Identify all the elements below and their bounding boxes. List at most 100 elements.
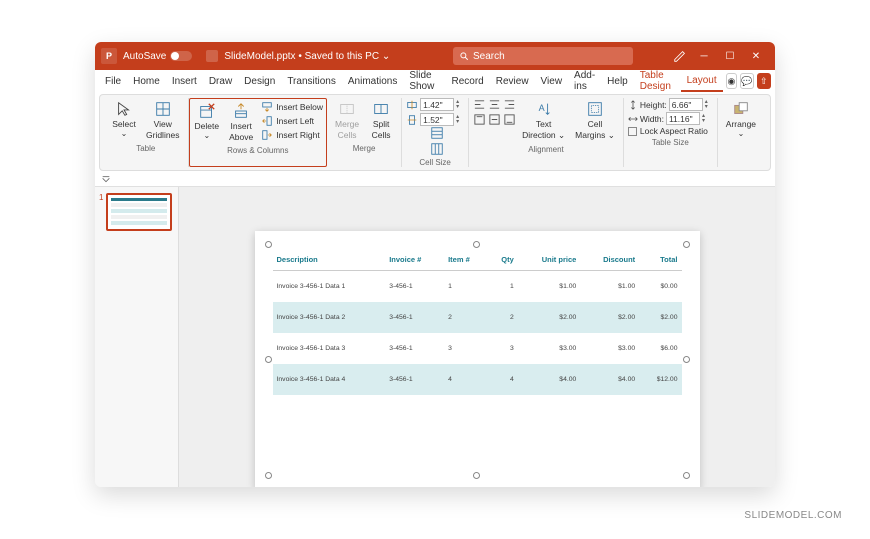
resize-handle[interactable] bbox=[473, 472, 480, 479]
align-middle-icon[interactable] bbox=[488, 113, 501, 126]
resize-handle[interactable] bbox=[265, 356, 272, 363]
table-cell[interactable]: $2.00 bbox=[518, 302, 581, 333]
tab-help[interactable]: Help bbox=[601, 72, 634, 91]
table-cell[interactable]: $6.00 bbox=[639, 333, 681, 364]
resize-handle[interactable] bbox=[683, 472, 690, 479]
view-gridlines-button[interactable]: ViewGridlines bbox=[142, 98, 184, 142]
table-height-input[interactable]: Height: 6.66"▴▾ bbox=[628, 98, 713, 111]
tab-home[interactable]: Home bbox=[127, 72, 166, 91]
select-button[interactable]: Select⌄ bbox=[108, 98, 140, 140]
col-width-input[interactable]: 1.52"▴▾ bbox=[406, 113, 464, 126]
insert-left-button[interactable]: Insert Left bbox=[259, 114, 325, 128]
table-cell[interactable]: 3 bbox=[444, 333, 488, 364]
table-cell[interactable]: 2 bbox=[488, 302, 518, 333]
tab-add-ins[interactable]: Add-ins bbox=[568, 66, 601, 96]
table-cell[interactable]: $3.00 bbox=[518, 333, 581, 364]
close-button[interactable]: ✕ bbox=[743, 42, 769, 70]
table-cell[interactable]: $4.00 bbox=[580, 364, 639, 395]
table-cell[interactable]: 1 bbox=[488, 271, 518, 303]
table-cell[interactable]: 3-456-1 bbox=[385, 302, 444, 333]
table-cell[interactable]: $2.00 bbox=[580, 302, 639, 333]
tab-table-design[interactable]: Table Design bbox=[634, 66, 681, 96]
column-header[interactable]: Qty bbox=[488, 249, 518, 271]
table-cell[interactable]: 4 bbox=[444, 364, 488, 395]
table-row[interactable]: Invoice 3-456-1 Data 23-456-122$2.00$2.0… bbox=[273, 302, 682, 333]
column-header[interactable]: Invoice # bbox=[385, 249, 444, 271]
resize-handle[interactable] bbox=[265, 472, 272, 479]
table-cell[interactable]: 1 bbox=[444, 271, 488, 303]
autosave-toggle[interactable]: AutoSave bbox=[123, 51, 192, 62]
align-bottom-icon[interactable] bbox=[503, 113, 516, 126]
slide-thumbnail[interactable] bbox=[106, 193, 172, 231]
slide-canvas[interactable]: DescriptionInvoice #Item #QtyUnit priceD… bbox=[179, 187, 775, 487]
save-icon[interactable] bbox=[206, 50, 218, 62]
table-width-input[interactable]: Width: 11.16"▴▾ bbox=[628, 112, 710, 125]
table-cell[interactable]: $4.00 bbox=[518, 364, 581, 395]
table-cell[interactable]: 3 bbox=[488, 333, 518, 364]
resize-handle[interactable] bbox=[683, 241, 690, 248]
search-box[interactable]: Search bbox=[453, 47, 633, 65]
table-row[interactable]: Invoice 3-456-1 Data 33-456-133$3.00$3.0… bbox=[273, 333, 682, 364]
tab-review[interactable]: Review bbox=[490, 72, 535, 91]
insert-below-button[interactable]: Insert Below bbox=[259, 100, 325, 114]
table-cell[interactable]: 2 bbox=[444, 302, 488, 333]
resize-handle[interactable] bbox=[473, 241, 480, 248]
table-cell[interactable]: 3-456-1 bbox=[385, 333, 444, 364]
table-cell[interactable]: $1.00 bbox=[518, 271, 581, 303]
tab-transitions[interactable]: Transitions bbox=[281, 72, 342, 91]
table-cell[interactable]: Invoice 3-456-1 Data 3 bbox=[273, 333, 386, 364]
distribute-cols-icon[interactable] bbox=[430, 142, 444, 156]
table-cell[interactable]: $1.00 bbox=[580, 271, 639, 303]
table-row[interactable]: Invoice 3-456-1 Data 43-456-144$4.00$4.0… bbox=[273, 364, 682, 395]
comments-button[interactable]: 💬 bbox=[740, 73, 753, 89]
insert-above-button[interactable]: InsertAbove bbox=[225, 100, 257, 144]
cell-margins-button[interactable]: CellMargins ⌄ bbox=[571, 98, 619, 143]
arrange-button[interactable]: Arrange⌄ bbox=[722, 98, 760, 140]
column-header[interactable]: Discount bbox=[580, 249, 639, 271]
collapse-ribbon-icon[interactable] bbox=[101, 175, 111, 185]
column-header[interactable]: Total bbox=[639, 249, 681, 271]
split-cells-button[interactable]: SplitCells bbox=[365, 98, 397, 142]
edit-icon[interactable] bbox=[673, 49, 687, 63]
tab-animations[interactable]: Animations bbox=[342, 72, 403, 91]
row-height-input[interactable]: 1.42"▴▾ bbox=[406, 98, 464, 111]
text-direction-button[interactable]: A TextDirection ⌄ bbox=[518, 98, 569, 143]
column-header[interactable]: Item # bbox=[444, 249, 488, 271]
table-cell[interactable]: $12.00 bbox=[639, 364, 681, 395]
tab-file[interactable]: File bbox=[99, 72, 127, 91]
tab-draw[interactable]: Draw bbox=[203, 72, 238, 91]
maximize-button[interactable]: ☐ bbox=[717, 42, 743, 70]
toggle-off-icon[interactable] bbox=[170, 51, 192, 61]
share-button[interactable]: ⇧ bbox=[757, 73, 771, 89]
table-cell[interactable]: Invoice 3-456-1 Data 2 bbox=[273, 302, 386, 333]
delete-button[interactable]: Delete⌄ bbox=[191, 100, 224, 142]
tab-record[interactable]: Record bbox=[446, 72, 490, 91]
align-top-icon[interactable] bbox=[473, 113, 486, 126]
table-row[interactable]: Invoice 3-456-1 Data 13-456-111$1.00$1.0… bbox=[273, 271, 682, 303]
table-cell[interactable]: $2.00 bbox=[639, 302, 681, 333]
tab-slide-show[interactable]: Slide Show bbox=[403, 66, 445, 96]
record-button[interactable]: ◉ bbox=[726, 73, 738, 89]
align-right-icon[interactable] bbox=[503, 98, 516, 111]
lock-aspect-checkbox[interactable]: Lock Aspect Ratio bbox=[628, 126, 708, 136]
tab-view[interactable]: View bbox=[535, 72, 569, 91]
minimize-button[interactable]: ─ bbox=[691, 42, 717, 70]
table-cell[interactable]: Invoice 3-456-1 Data 1 bbox=[273, 271, 386, 303]
table-cell[interactable]: 4 bbox=[488, 364, 518, 395]
tab-insert[interactable]: Insert bbox=[166, 72, 203, 91]
insert-right-button[interactable]: Insert Right bbox=[259, 128, 325, 142]
column-header[interactable]: Description bbox=[273, 249, 386, 271]
table-cell[interactable]: $0.00 bbox=[639, 271, 681, 303]
resize-handle[interactable] bbox=[683, 356, 690, 363]
table-cell[interactable]: 3-456-1 bbox=[385, 364, 444, 395]
invoice-table[interactable]: DescriptionInvoice #Item #QtyUnit priceD… bbox=[273, 249, 682, 395]
tab-design[interactable]: Design bbox=[238, 72, 281, 91]
tab-layout[interactable]: Layout bbox=[681, 71, 723, 92]
column-header[interactable]: Unit price bbox=[518, 249, 581, 271]
table-cell[interactable]: Invoice 3-456-1 Data 4 bbox=[273, 364, 386, 395]
distribute-rows-icon[interactable] bbox=[430, 126, 444, 140]
resize-handle[interactable] bbox=[265, 241, 272, 248]
align-center-icon[interactable] bbox=[488, 98, 501, 111]
align-left-icon[interactable] bbox=[473, 98, 486, 111]
table-cell[interactable]: 3-456-1 bbox=[385, 271, 444, 303]
